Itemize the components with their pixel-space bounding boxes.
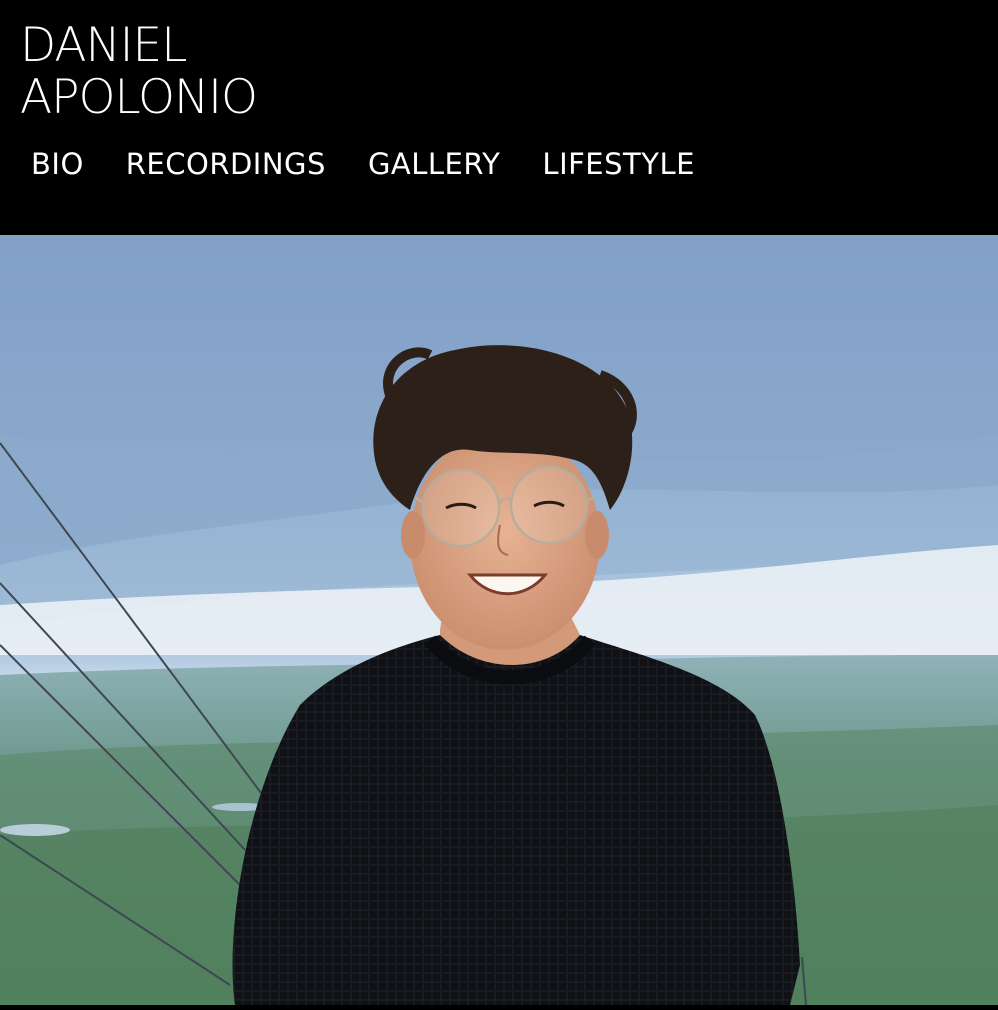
site-logo[interactable]: DANIEL APOLONIO — [20, 18, 258, 125]
logo-line-2: APOLONIO — [20, 70, 258, 125]
nav-bio[interactable]: BIO — [31, 146, 84, 182]
main-nav: BIO RECORDINGS GALLERY LIFESTYLE — [31, 146, 737, 182]
nav-recordings[interactable]: RECORDINGS — [126, 146, 326, 182]
nav-gallery[interactable]: GALLERY — [368, 146, 500, 182]
site-header: DANIEL APOLONIO BIO RECORDINGS GALLERY L… — [0, 0, 998, 235]
hero-photo — [0, 235, 998, 1005]
portrait-photo-illustration — [0, 235, 998, 1005]
logo-line-1: DANIEL — [20, 18, 187, 73]
nav-lifestyle[interactable]: LIFESTYLE — [542, 146, 695, 182]
bottom-edge — [0, 1005, 998, 1010]
sweater — [232, 635, 800, 1005]
